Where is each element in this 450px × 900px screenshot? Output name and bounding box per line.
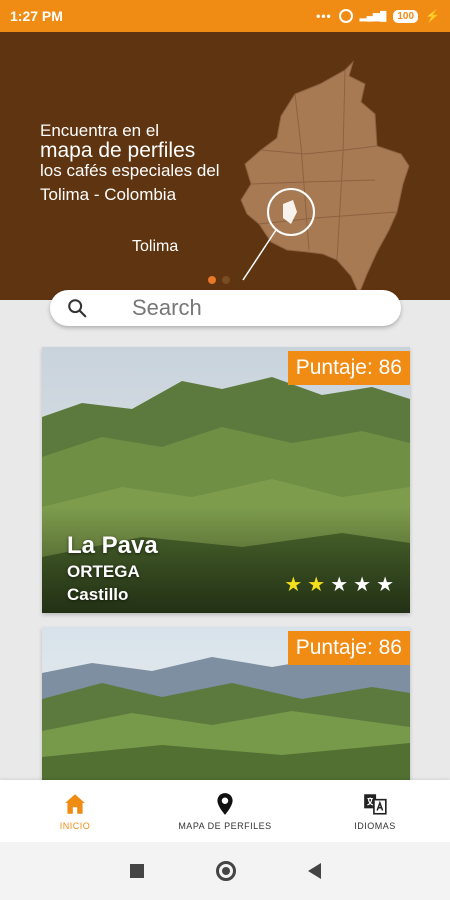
charging-icon: ⚡ xyxy=(425,9,440,23)
alarm-icon xyxy=(338,9,353,23)
farm-card[interactable]: Puntaje: 86 xyxy=(42,627,410,780)
banner-text: Encuentra en el mapa de perfiles los caf… xyxy=(40,122,220,209)
star-empty-icon: ★ xyxy=(330,574,349,596)
home-icon xyxy=(65,794,85,814)
score-badge: Puntaje: 86 xyxy=(287,351,410,385)
status-time: 1:27 PM xyxy=(10,8,63,24)
status-bar: 1:27 PM ••• ▂▄▆█ 100 ⚡ xyxy=(0,0,450,32)
banner-line-4: Tolima - Colombia xyxy=(40,185,177,204)
nav-item-idiomas[interactable]: IDIOMAS xyxy=(300,780,450,842)
carousel-dot-1[interactable] xyxy=(208,276,216,284)
status-icons: ••• ▂▄▆█ 100 ⚡ xyxy=(316,9,440,23)
banner-line-3: los cafés especiales del xyxy=(40,161,220,180)
nav-label: IDIOMAS xyxy=(354,821,396,831)
farm-variety: Castillo xyxy=(67,585,129,604)
system-navigation-bar xyxy=(0,842,450,900)
map-pin-icon xyxy=(217,793,233,815)
bottom-navigation: INICIO MAPA DE PERFILES IDIOMAS xyxy=(0,780,450,842)
colombia-map-image xyxy=(240,60,410,296)
search-icon xyxy=(68,299,87,318)
farm-municipality: ORTEGA xyxy=(67,562,140,581)
nav-label: MAPA DE PERFILES xyxy=(178,821,272,831)
star-filled-icon: ★ xyxy=(307,574,326,596)
recent-apps-icon[interactable] xyxy=(129,864,144,878)
nav-label: INICIO xyxy=(59,821,91,831)
search-placeholder: Search xyxy=(132,295,202,320)
score-badge: Puntaje: 86 xyxy=(287,631,410,665)
star-empty-icon: ★ xyxy=(376,574,394,596)
rating-stars: ★ ★ ★ ★ ★ xyxy=(284,575,394,595)
translate-icon xyxy=(364,794,387,815)
home-circle-icon[interactable] xyxy=(215,861,236,881)
nav-item-mapa-de-perfiles[interactable]: MAPA DE PERFILES xyxy=(150,780,300,842)
more-dots-icon: ••• xyxy=(316,9,332,23)
banner-line-2: mapa de perfiles xyxy=(40,139,196,162)
carousel-indicator xyxy=(208,276,230,284)
signal-icon: ▂▄▆█ xyxy=(359,10,387,21)
carousel-dot-2[interactable] xyxy=(222,276,230,284)
battery-icon: 100 xyxy=(393,9,419,23)
region-label: Tolima xyxy=(132,238,179,255)
nav-item-inicio[interactable]: INICIO xyxy=(0,780,150,842)
star-filled-icon: ★ xyxy=(284,574,303,596)
farm-name: La Pava xyxy=(67,532,158,559)
back-icon[interactable] xyxy=(307,863,321,879)
star-empty-icon: ★ xyxy=(353,574,372,596)
search-input[interactable]: Search xyxy=(50,290,401,326)
banner-line-1: Encuentra en el xyxy=(40,121,160,140)
farm-card[interactable]: Puntaje: 86 La Pava ORTEGA Castillo ★ ★ … xyxy=(42,347,410,613)
hero-banner[interactable]: Encuentra en el mapa de perfiles los caf… xyxy=(0,32,450,300)
